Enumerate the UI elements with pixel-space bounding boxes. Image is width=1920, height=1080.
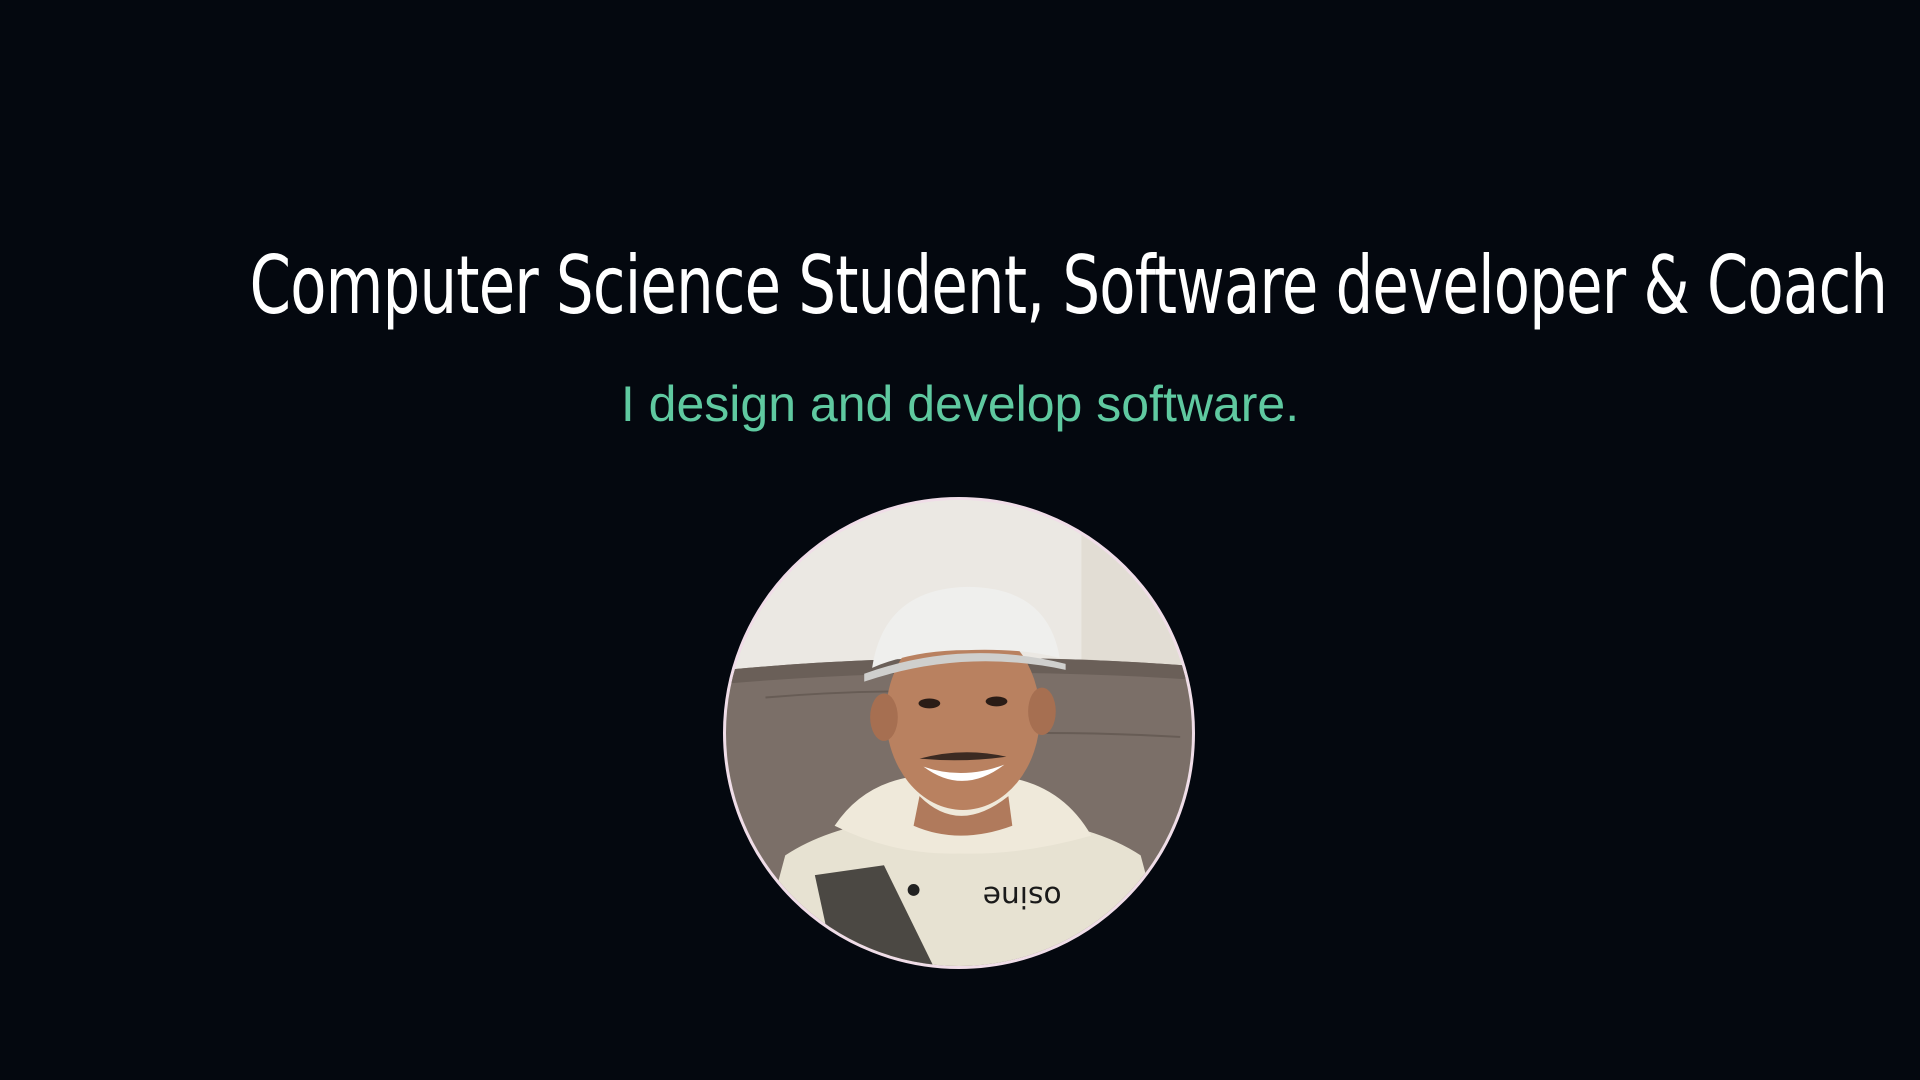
- hoodie-print: osine: [983, 880, 1062, 914]
- profile-photo-illustration: osine: [726, 500, 1192, 966]
- hero-tagline: I design and develop software.: [620, 376, 1300, 432]
- hero-section: Computer Science Student, Software devel…: [0, 0, 1920, 1080]
- profile-photo: osine: [723, 497, 1195, 969]
- hero-headline: Computer Science Student, Software devel…: [249, 239, 1888, 332]
